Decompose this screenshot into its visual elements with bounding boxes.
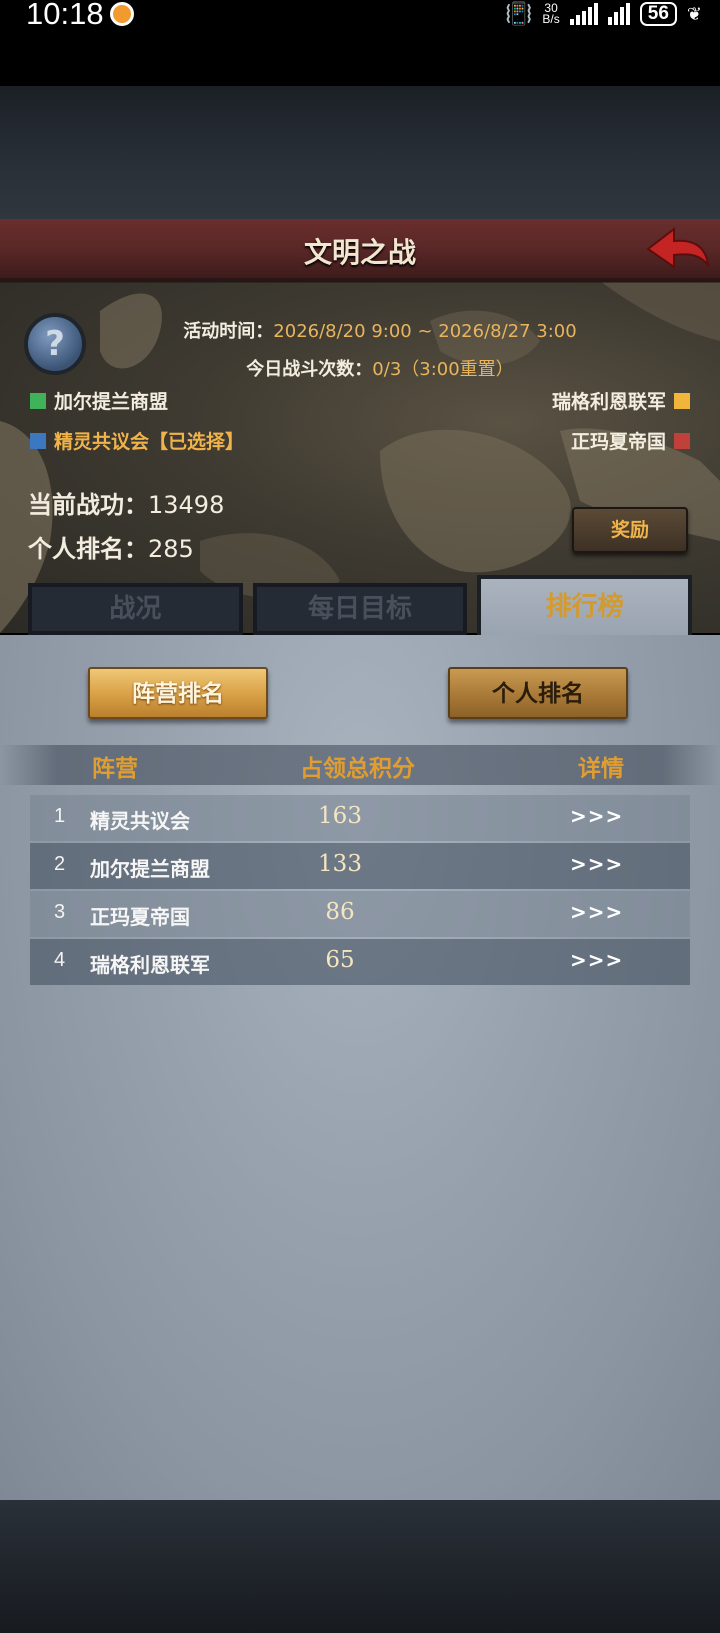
title-bar: 文明之战 xyxy=(0,219,720,281)
faction-color-blue xyxy=(30,432,46,449)
leaderboard-panel: 阵营排名 个人排名 阵营 占领总积分 详情 1 精灵共议会 163 >>> 2 … xyxy=(0,635,720,1500)
merit-label: 当前战功： xyxy=(28,491,148,519)
row-rank: 1 xyxy=(54,805,66,827)
faction-color-red xyxy=(674,432,690,449)
battle-count-value: 0/3（3:00重置） xyxy=(372,359,514,380)
row-rank: 2 xyxy=(54,853,66,875)
table-row: 1 精灵共议会 163 >>> xyxy=(30,795,690,841)
header-camp: 阵营 xyxy=(92,756,138,782)
faction-elf-council: 精灵共议会【已选择】 xyxy=(30,427,244,454)
tab-leaderboard[interactable]: 排行榜 xyxy=(477,575,693,635)
row-score: 163 xyxy=(318,803,362,829)
battle-count-label: 今日战斗次数： xyxy=(246,359,373,380)
camp-rank-button[interactable]: 阵营排名 xyxy=(88,667,268,719)
faction-name: 加尔提兰商盟 xyxy=(54,391,169,413)
row-camp-name: 精灵共议会 xyxy=(90,809,190,833)
tab-daily-goals[interactable]: 每日目标 xyxy=(252,583,468,635)
notification-icon xyxy=(110,2,134,26)
faction-galtilan: 加尔提兰商盟 xyxy=(30,387,168,414)
top-background xyxy=(0,86,720,220)
personal-rank: 个人排名：285 xyxy=(28,529,194,564)
battery-icon: 56 xyxy=(639,2,677,26)
bottom-background xyxy=(0,1500,720,1633)
reward-button[interactable]: 奖励 xyxy=(572,507,688,553)
header-detail: 详情 xyxy=(578,756,624,782)
status-icons: 📳 30 B/s 56 ❦ xyxy=(505,0,702,28)
faction-color-yellow xyxy=(674,392,690,409)
network-speed-unit: B/s xyxy=(542,12,560,26)
faction-name: 精灵共议会【已选择】 xyxy=(54,431,245,453)
row-score: 65 xyxy=(325,947,355,973)
rank-value: 285 xyxy=(148,535,194,563)
row-detail-link[interactable]: >>> xyxy=(570,948,623,972)
row-detail-link[interactable]: >>> xyxy=(570,852,623,876)
rank-label: 个人排名： xyxy=(28,535,148,563)
faction-name: 瑞格利恩联军 xyxy=(551,391,666,413)
faction-name: 正玛夏帝国 xyxy=(570,431,666,453)
faction-color-green xyxy=(30,392,46,409)
main-tabs: 战况 每日目标 排行榜 xyxy=(28,575,693,635)
table-row: 3 正玛夏帝国 86 >>> xyxy=(30,891,690,937)
signal-icon xyxy=(569,3,598,25)
status-time: 10:18 xyxy=(26,0,104,31)
table-row: 4 瑞格利恩联军 65 >>> xyxy=(30,939,690,985)
network-speed: 30 B/s xyxy=(542,2,560,26)
header-score: 占领总积分 xyxy=(300,756,415,782)
table-row: 2 加尔提兰商盟 133 >>> xyxy=(30,843,690,889)
merit-value: 13498 xyxy=(148,491,225,519)
back-arrow-icon[interactable] xyxy=(644,223,712,275)
event-time: 活动时间：2026/8/20 9:00 ~ 2026/8/27 3:00 xyxy=(0,317,720,343)
event-time-value: 2026/8/20 9:00 ~ 2026/8/27 3:00 xyxy=(273,321,577,342)
row-score: 133 xyxy=(318,851,362,877)
row-rank: 3 xyxy=(54,901,66,923)
table-header: 阵营 占领总积分 详情 xyxy=(0,745,720,785)
tab-battle-status[interactable]: 战况 xyxy=(28,583,243,635)
faction-rigelion: 瑞格利恩联军 xyxy=(552,387,690,414)
faction-zhengmasha: 正玛夏帝国 xyxy=(571,427,690,454)
personal-rank-button[interactable]: 个人排名 xyxy=(448,667,628,719)
event-time-label: 活动时间： xyxy=(183,321,274,342)
row-detail-link[interactable]: >>> xyxy=(570,804,623,828)
status-bar: 10:18 📳 30 B/s 56 ❦ xyxy=(0,0,720,86)
row-camp-name: 正玛夏帝国 xyxy=(90,905,190,929)
row-detail-link[interactable]: >>> xyxy=(570,900,623,924)
battle-count: 今日战斗次数：0/3（3:00重置） xyxy=(0,355,720,381)
row-camp-name: 加尔提兰商盟 xyxy=(90,857,210,881)
vibrate-icon: 📳 xyxy=(505,1,533,27)
row-score: 86 xyxy=(325,899,355,925)
current-merit: 当前战功：13498 xyxy=(28,485,224,520)
page-title: 文明之战 xyxy=(303,236,416,269)
row-camp-name: 瑞格利恩联军 xyxy=(90,953,210,977)
leaf-icon: ❦ xyxy=(686,3,702,25)
row-rank: 4 xyxy=(54,949,66,971)
signal-icon-2 xyxy=(607,3,630,25)
